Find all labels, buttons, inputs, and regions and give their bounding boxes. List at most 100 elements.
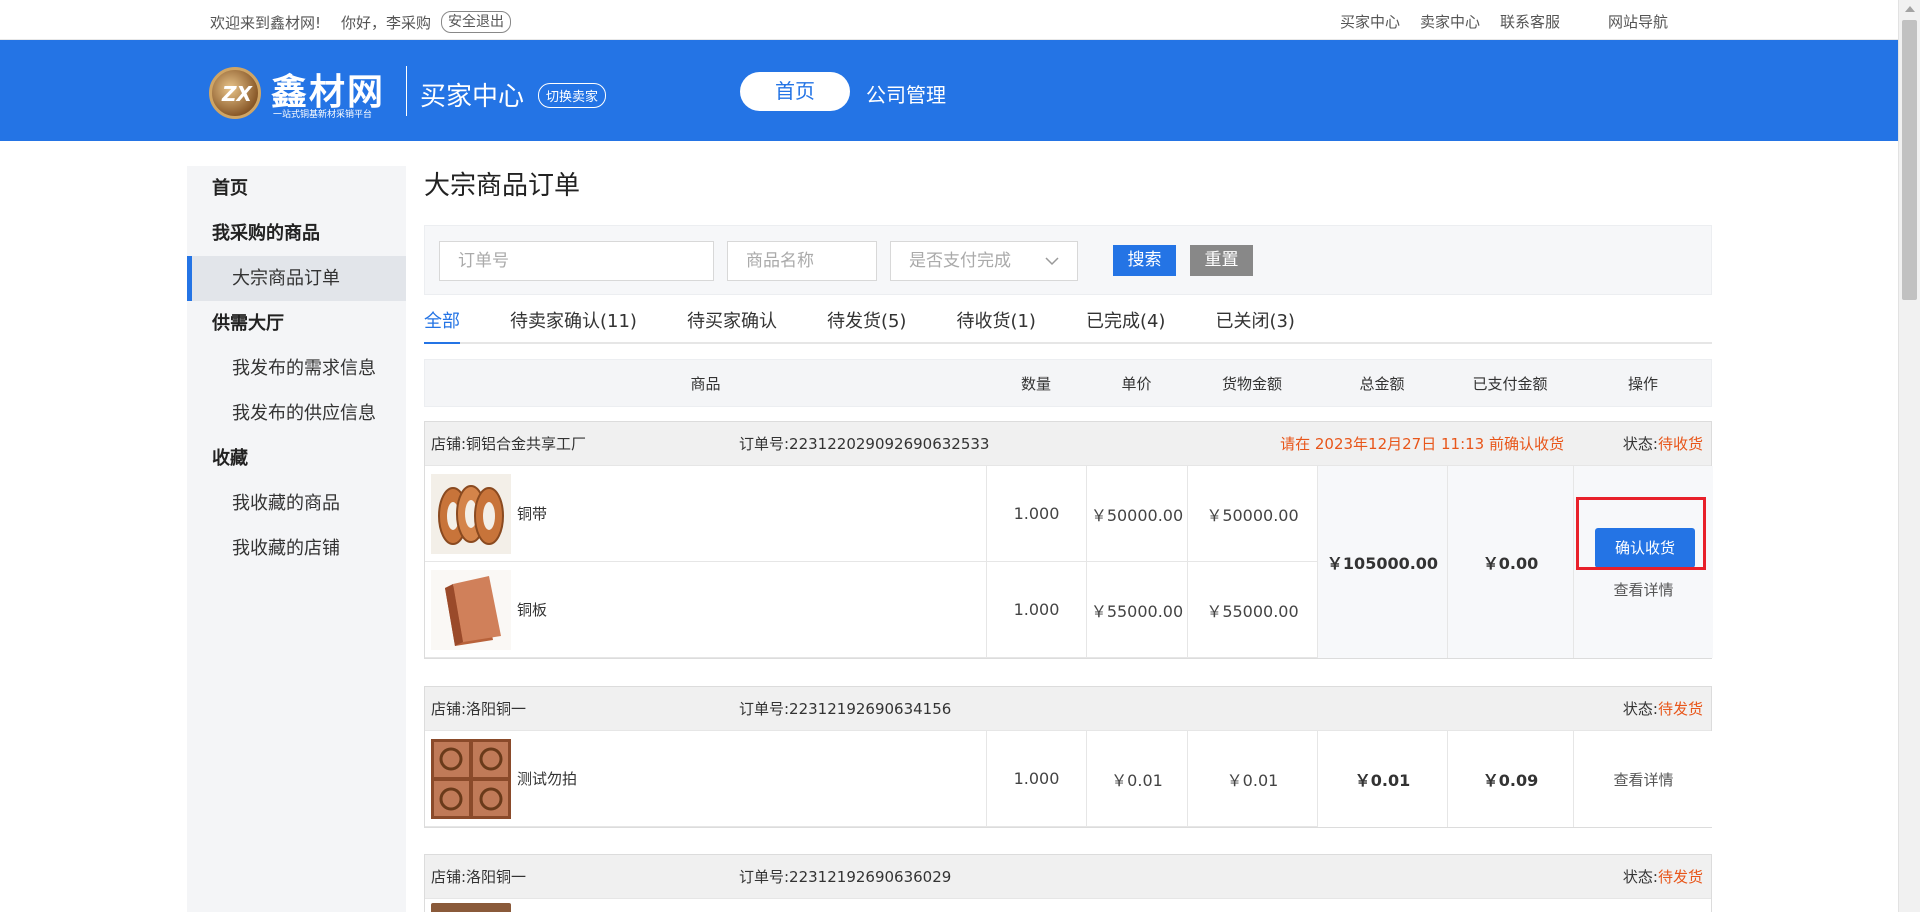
order-status: 状态:待收货 [1622,435,1703,453]
col-action: 操作 [1627,375,1658,393]
shop-name[interactable]: 店铺:洛阳铜一 [431,687,526,731]
order-status: 状态:待发货 [1622,868,1703,886]
site-nav-link[interactable]: 网站导航 [1608,11,1668,32]
order-card: 店铺:洛阳铜一 订单号:22312192690636029 状态:待发货 [424,854,1712,912]
goods-amount: ￥0.01 [1187,731,1317,826]
payment-status-placeholder: 是否支付完成 [909,251,1011,271]
shop-name[interactable]: 店铺:洛阳铜一 [431,855,526,899]
product-name[interactable]: 铜板 [517,562,547,657]
col-goods-amount: 货物金额 [1221,375,1282,393]
status-value: 待发货 [1657,700,1703,718]
page: 欢迎来到鑫材网! 你好，李采购 安全退出 买家中心 卖家中心 联系客服 网站导航… [0,0,1920,912]
sidebar-group-favorites: 收藏 [212,448,248,469]
goods-name-input[interactable]: 商品名称 [727,241,877,281]
sidebar-item-bulk-orders[interactable]: 大宗商品订单 [187,256,406,301]
scrollbar-thumb[interactable] [1902,20,1917,300]
order-header: 店铺:洛阳铜一 订单号:22312192690636029 状态:待发货 [425,855,1711,899]
scroll-up-icon[interactable] [1905,6,1915,12]
product-image[interactable] [431,903,511,912]
unit-price: ￥55000.00 [1086,562,1187,657]
sidebar-item-fav-shops[interactable]: 我收藏的店铺 [187,526,406,571]
nav-company-management[interactable]: 公司管理 [866,79,946,108]
welcome-text: 欢迎来到鑫材网! [210,13,322,32]
page-title: 大宗商品订单 [424,171,581,201]
tab-all[interactable]: 全部 [424,302,460,344]
sidebar-group-purchases: 我采购的商品 [212,223,320,244]
copper-strip-image[interactable] [431,474,511,554]
col-unit-price: 单价 [1121,375,1152,393]
seller-center-link[interactable]: 卖家中心 [1420,11,1480,32]
user-greeting: 你好，李采购 [341,13,432,32]
header-divider [406,66,407,116]
order-body: 测试勿拍 1.000 ￥0.01 ￥0.01 ￥0.01 ￥0.09 查看详情 [425,731,1713,827]
qty: 1.000 [986,731,1086,826]
order-number-input[interactable]: 订单号 [439,241,714,281]
sidebar: 首页 我采购的商品 大宗商品订单 供需大厅 我发布的需求信息 我发布的供应信息 … [187,166,406,912]
logo-slogan: 一站式铜基新材采销平台 [273,110,373,120]
product-name[interactable]: 测试勿拍 [517,731,577,826]
qty: 1.000 [986,466,1086,561]
reset-button[interactable]: 重置 [1190,245,1253,276]
header: ZX 鑫材网 一站式铜基新材采销平台 买家中心 切换卖家 首页 公司管理 [0,40,1898,141]
filter-bar: 订单号 商品名称 是否支付完成 搜索 重置 [424,225,1712,295]
order-status: 状态:待发货 [1622,700,1703,718]
buyer-center-link[interactable]: 买家中心 [1340,11,1400,32]
chevron-down-icon [1045,242,1059,294]
order-actions: 确认收货 查看详情 [1573,466,1713,658]
order-status-tabs: 全部 待卖家确认(11) 待买家确认 待发货(5) 待收货(1) 已完成(4) … [424,302,1712,344]
unit-price: ￥50000.00 [1086,466,1187,561]
sidebar-item-my-supply[interactable]: 我发布的供应信息 [187,391,406,436]
goods-amount: ￥55000.00 [1187,562,1317,657]
sidebar-item-home[interactable]: 首页 [187,166,406,211]
goods-amount: ￥50000.00 [1187,466,1317,561]
nav-home[interactable]: 首页 [740,72,850,111]
test-product-image[interactable] [431,739,511,819]
paid-amount: ￥0.00 [1447,466,1573,658]
order-header: 店铺:铜铝合金共享工厂 订单号:223122029092690632533 请在… [425,422,1711,466]
logo-icon: ZX [209,67,261,119]
view-details-link[interactable]: 查看详情 [1574,769,1713,790]
tab-closed[interactable]: 已关闭(3) [1215,302,1295,344]
status-value: 待发货 [1657,868,1703,886]
highlight-box [1576,497,1706,570]
order-body: 铜带 1.000 ￥50000.00 ￥50000.00 铜板 1.000 ￥5… [425,466,1713,658]
status-value: 待收货 [1657,435,1703,453]
confirm-deadline-notice: 请在 2023年12月27日 11:13 前确认收货 [1280,435,1564,453]
col-qty: 数量 [1020,375,1051,393]
search-button[interactable]: 搜索 [1113,245,1176,276]
contact-service-link[interactable]: 联系客服 [1500,11,1560,32]
tab-to-ship[interactable]: 待发货(5) [827,302,907,344]
tab-pending-buyer[interactable]: 待买家确认 [687,302,777,344]
site-logo[interactable]: ZX 鑫材网 一站式铜基新材采销平台 [209,67,397,120]
order-number: 订单号:22312192690634156 [739,700,952,718]
tab-to-receive[interactable]: 待收货(1) [956,302,1036,344]
order-card: 店铺:洛阳铜一 订单号:22312192690634156 状态:待发货 测试勿… [424,686,1713,828]
copper-plate-image[interactable] [431,570,511,650]
order-card: 店铺:铜铝合金共享工厂 订单号:223122029092690632533 请在… [424,421,1713,659]
sidebar-group-supply-demand: 供需大厅 [212,313,284,334]
order-header: 店铺:洛阳铜一 订单号:22312192690634156 状态:待发货 [425,687,1711,731]
top-bar: 欢迎来到鑫材网! 你好，李采购 安全退出 买家中心 卖家中心 联系客服 网站导航 [0,0,1898,40]
order-total: ￥105000.00 [1317,466,1447,658]
view-details-link[interactable]: 查看详情 [1574,579,1713,600]
table-header: 商品 数量 单价 货物金额 总金额 已支付金额 操作 [424,359,1712,407]
page-scrollbar[interactable] [1898,0,1920,912]
paid-amount: ￥0.09 [1447,731,1573,827]
center-title: 买家中心 [420,82,525,112]
main-content: 大宗商品订单 订单号 商品名称 是否支付完成 搜索 重置 全部 待卖家确认(11… [424,166,1713,912]
payment-status-select[interactable]: 是否支付完成 [890,241,1078,281]
switch-seller-button[interactable]: 切换卖家 [538,83,607,108]
order-body [425,899,1711,912]
order-total: ￥0.01 [1317,731,1447,827]
logout-button[interactable]: 安全退出 [441,11,512,33]
order-number: 订单号:22312192690636029 [739,868,952,886]
unit-price: ￥0.01 [1086,731,1187,826]
col-paid: 已支付金额 [1472,375,1548,393]
tab-completed[interactable]: 已完成(4) [1086,302,1166,344]
product-name[interactable]: 铜带 [517,466,547,561]
tab-pending-seller[interactable]: 待卖家确认(11) [510,302,637,344]
sidebar-item-my-demand[interactable]: 我发布的需求信息 [187,346,406,391]
col-goods: 商品 [690,375,721,393]
shop-name[interactable]: 店铺:铜铝合金共享工厂 [431,422,586,466]
sidebar-item-fav-goods[interactable]: 我收藏的商品 [187,481,406,526]
